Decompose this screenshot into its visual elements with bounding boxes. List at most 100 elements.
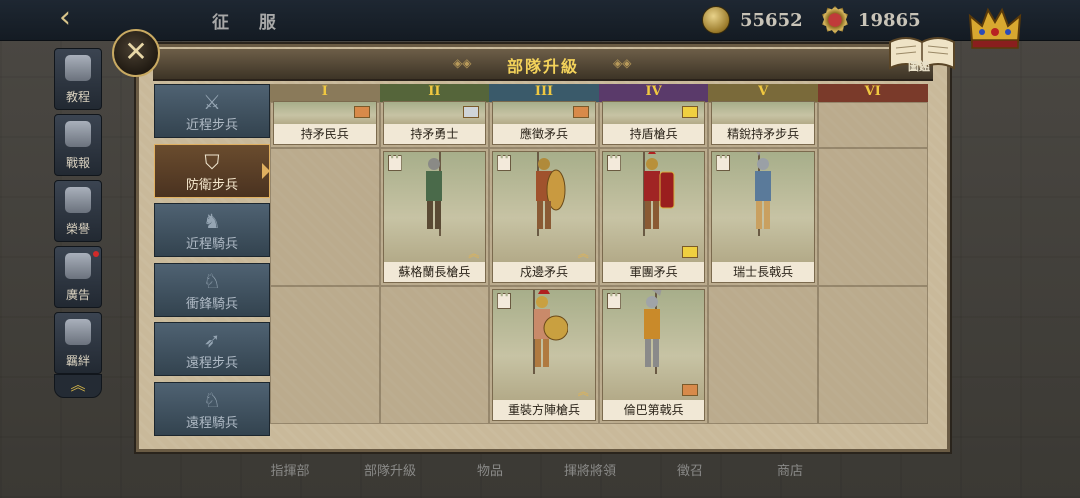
unit-card[interactable]: ︽ 重裝方陣槍兵	[492, 289, 596, 421]
unit-name: 倫巴第戟兵	[602, 400, 705, 420]
grid-cell: 瑞士長戟兵	[708, 148, 818, 286]
category-label: 衝鋒騎兵	[185, 296, 238, 312]
medal-icon	[822, 6, 848, 34]
charging-horse-icon: ♘	[203, 268, 221, 293]
grid-cell: ︽ 戍邊矛兵	[489, 148, 599, 286]
tab-headquarters[interactable]: 指揮部	[240, 452, 340, 498]
nav-label: 廣告	[65, 288, 90, 302]
nav-label: 教程	[65, 90, 90, 104]
tab-recruit[interactable]: 徵召	[640, 452, 740, 498]
tower-icon	[497, 155, 512, 171]
tower-icon	[606, 155, 621, 171]
grid-cell-empty	[708, 286, 818, 424]
grid-cell-empty	[270, 148, 380, 286]
handshake-icon	[65, 319, 91, 345]
nav-bonds[interactable]: 羈絆	[54, 312, 102, 374]
unit-card[interactable]: 瑞士長戟兵	[711, 151, 815, 283]
category-ranged-infantry[interactable]: ➶ 遠程步兵	[154, 322, 270, 377]
unit-row: ︽ 重裝方陣槍兵 倫巴第戟兵	[270, 286, 928, 424]
unit-name: 戍邊矛兵	[493, 262, 595, 282]
unit-card[interactable]: 持矛民兵	[273, 101, 377, 145]
unit-name: 應徵矛兵	[493, 124, 595, 144]
tower-icon	[716, 155, 731, 171]
unit-row: ︽ 蘇格蘭長槍兵 ︽ 戍邊矛兵 軍團矛兵 瑞士長戟兵	[270, 148, 928, 286]
tab-generals[interactable]: 揮將將領	[540, 452, 640, 498]
unit-card[interactable]: 持矛勇士	[382, 101, 487, 145]
horse-archer-icon: ♘	[203, 387, 221, 412]
grid-cell: 持矛民兵	[270, 101, 380, 148]
tab-unit-upgrade[interactable]: 部隊升級	[340, 452, 440, 498]
notification-dot	[93, 251, 99, 257]
grid-cell-empty	[817, 148, 928, 286]
soldier-figure	[532, 290, 568, 374]
category-melee-cavalry[interactable]: ♞ 近程騎兵	[154, 203, 270, 258]
category-label: 遠程騎兵	[185, 415, 238, 431]
grid-cell: 持矛勇士	[379, 101, 490, 148]
film-icon	[65, 253, 91, 279]
horse-icon: ♞	[203, 209, 221, 234]
unit-grid: 持矛民兵 持矛勇士 應徵矛兵 持盾槍兵 精銳持矛步兵 ︽ 蘇格蘭長槍兵 ︽ 戍邊…	[270, 101, 928, 424]
category-label: 近程步兵	[185, 118, 238, 133]
category-shock-cavalry[interactable]: ♘ 衝鋒騎兵	[154, 262, 270, 317]
category-label: 防衛步兵	[185, 177, 238, 193]
shield-icon: ⛉	[204, 149, 220, 174]
nav-tutorial[interactable]: 教程	[54, 48, 102, 110]
category-ranged-cavalry[interactable]: ♘ 遠程騎兵	[154, 381, 270, 436]
grid-cell-empty	[270, 286, 380, 424]
tower-icon	[606, 293, 621, 309]
tier-header: V	[708, 84, 818, 102]
grid-cell: 持盾槍兵	[598, 101, 709, 148]
scroll-icon	[65, 121, 91, 147]
tier-header-row: I II III IV V VI	[270, 84, 928, 102]
nav-battle-report[interactable]: 戰報	[54, 114, 102, 176]
grid-cell: 倫巴第戟兵	[598, 286, 709, 424]
gold-coin-icon	[702, 6, 730, 34]
page-title: 征 服	[212, 13, 288, 33]
tab-shop[interactable]: 商店	[740, 452, 840, 498]
unit-card[interactable]: 持盾槍兵	[601, 101, 706, 145]
tab-items[interactable]: 物品	[440, 452, 540, 498]
ornament-icon: ◈◈	[613, 56, 632, 70]
unit-card[interactable]: ︽ 蘇格蘭長槍兵	[382, 151, 487, 283]
trophy-icon	[65, 187, 91, 213]
book-icon	[65, 55, 91, 81]
unit-name: 持盾槍兵	[602, 124, 705, 144]
unit-card[interactable]: 倫巴第戟兵	[601, 289, 706, 421]
crown-icon[interactable]	[966, 2, 1024, 50]
grid-cell: 軍團矛兵	[598, 148, 709, 286]
grid-cell-empty	[817, 102, 928, 148]
unit-card[interactable]: 應徵矛兵	[492, 101, 596, 145]
tier-header: IV	[598, 84, 709, 102]
gold-value: 55652	[740, 9, 803, 31]
unit-name: 瑞士長戟兵	[712, 262, 814, 282]
rank-bronze-icon	[682, 384, 699, 396]
soldier-figure	[426, 152, 443, 236]
nav-ads[interactable]: 廣告	[54, 246, 102, 308]
panel-title: 部隊升級	[506, 57, 579, 76]
soldier-figure	[642, 152, 675, 236]
unit-card[interactable]: ︽ 戍邊矛兵	[492, 151, 596, 283]
unit-card[interactable]: 軍團矛兵	[601, 151, 706, 283]
nav-honor[interactable]: 榮譽	[54, 180, 102, 242]
rank-silver-icon	[463, 106, 480, 118]
back-arrow-icon[interactable]: ‹	[40, 2, 90, 36]
grid-cell-empty	[817, 286, 928, 424]
category-melee-infantry[interactable]: ⚔ 近程步兵	[154, 84, 270, 138]
unit-name: 蘇格蘭長槍兵	[383, 262, 486, 282]
rank-bronze-icon	[572, 106, 589, 118]
soldier-figure	[755, 152, 772, 236]
rank-chevron-icon: ︽	[468, 247, 480, 260]
soldier-figure	[643, 290, 662, 374]
unit-name: 持矛勇士	[383, 124, 486, 144]
bottom-tab-bar: 指揮部 部隊升級 物品 揮將將領 徵召 商店	[240, 452, 840, 498]
rank-gold-icon	[682, 106, 699, 118]
close-button[interactable]: ✕	[112, 29, 160, 77]
unit-name: 軍團矛兵	[602, 262, 705, 282]
crossed-swords-icon: ⚔	[203, 90, 221, 114]
unit-card[interactable]: 精銳持矛步兵	[711, 101, 815, 145]
nav-label: 榮譽	[65, 222, 90, 236]
category-defensive-infantry[interactable]: ⛉ 防衛步兵	[154, 143, 270, 198]
grid-cell: 應徵矛兵	[489, 101, 599, 148]
rank-gold-icon	[682, 246, 699, 258]
expand-chevron-icon[interactable]: ︽	[54, 374, 102, 398]
